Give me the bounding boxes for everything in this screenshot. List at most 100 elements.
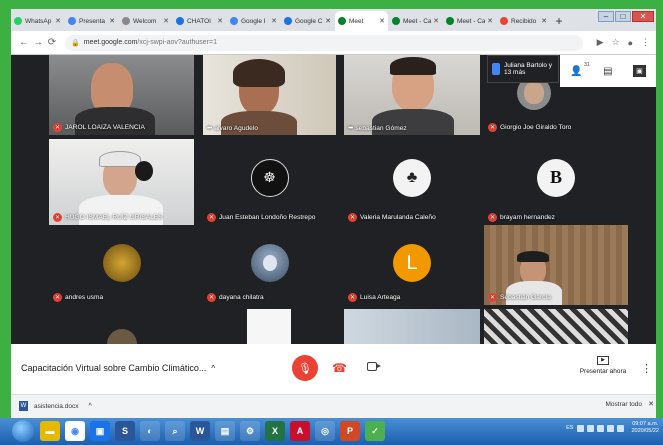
browser-tab[interactable]: Meet - Ca ✕ <box>389 11 442 31</box>
gmail-icon <box>500 17 508 25</box>
show-all-button[interactable]: Mostrar todo <box>606 401 643 408</box>
chevron-up-icon[interactable]: ^ <box>88 403 91 410</box>
close-tab-icon[interactable]: ✕ <box>379 17 385 25</box>
participant-name: andres usma <box>65 294 104 301</box>
volume-icon[interactable] <box>617 424 625 432</box>
participant-tile-partial[interactable] <box>203 309 336 344</box>
people-icon[interactable]: 👤 31 <box>570 62 589 77</box>
forward-icon[interactable]: → <box>31 37 45 48</box>
browser-tab[interactable]: Meet - Ca ✕ <box>443 11 496 31</box>
close-downloads-icon[interactable]: ✕ <box>648 400 654 408</box>
participant-tile[interactable]: ••• sebastian Gómez <box>344 55 480 135</box>
maximize-button[interactable]: □ <box>615 11 631 22</box>
app-icon[interactable]: ◐ <box>140 421 160 441</box>
tray-icon[interactable] <box>587 424 595 432</box>
participant-tile-partial[interactable] <box>344 309 480 344</box>
close-tab-icon[interactable]: ✕ <box>271 17 277 25</box>
back-icon[interactable]: ← <box>17 37 31 48</box>
participant-name: Valeria Marulanda Caleño <box>360 214 436 221</box>
participant-tile[interactable]: ✕ andres usma <box>49 229 194 305</box>
profile-icon[interactable]: ● <box>628 38 633 48</box>
tab-label: CHATOI <box>187 17 211 25</box>
system-clock[interactable]: 09:07 a.m. 2020/05/22 <box>631 421 659 435</box>
participant-tile[interactable]: ✕ dayana chilatra <box>203 229 336 305</box>
meeting-title[interactable]: Capacitación Virtual sobre Cambio Climát… <box>21 363 215 373</box>
speaking-dots-icon: ••• <box>348 125 353 132</box>
word-icon[interactable]: W <box>190 421 210 441</box>
close-tab-icon[interactable]: ✕ <box>109 17 115 25</box>
participants-pill[interactable]: Juliana Bartolo y 13 más <box>487 55 559 83</box>
close-tab-icon[interactable]: ✕ <box>433 17 439 25</box>
bookmark-star-icon[interactable]: ☆ <box>611 37 619 48</box>
browser-tab-strip: WhatsAp ✕ Presenta ✕ Welcom ✕ CHATOI ✕ Google I ✕… <box>11 9 656 31</box>
participant-tile[interactable]: ☸ ✕ Juan Esteban Londoño Restrepo <box>203 139 336 225</box>
mic-off-icon: ✕ <box>53 293 62 302</box>
browser-tab[interactable]: Google C ✕ <box>281 11 334 31</box>
speaking-dots-icon: ••• <box>207 125 212 132</box>
browser-menu-icon[interactable]: ⋮ <box>641 37 650 48</box>
url-field[interactable]: 🔒 meet.google.com /xcj-swpi-aov?authuser… <box>65 34 583 51</box>
camera-indicator-icon[interactable]: ▶ <box>597 37 604 48</box>
more-options-icon[interactable]: ⋮ <box>641 362 652 375</box>
browser-tab[interactable]: Google I ✕ <box>227 11 280 31</box>
participant-tile[interactable]: L ✕ Luisa Arteaga <box>344 229 480 305</box>
tray-icon[interactable] <box>577 424 585 432</box>
app-icon[interactable]: ▤ <box>215 421 235 441</box>
self-view-icon[interactable]: ▣ <box>633 65 646 77</box>
present-now-button[interactable]: ▶ Presentar ahora <box>573 356 633 375</box>
hang-up-button[interactable]: ☎ <box>332 361 347 375</box>
participant-tile[interactable]: ✕ Sebastián García <box>484 225 628 305</box>
participant-tile[interactable]: ♣ ✕ Valeria Marulanda Caleño <box>344 139 480 225</box>
browser-tab[interactable]: Meet ✕ <box>335 11 388 31</box>
camera-toggle-button[interactable] <box>367 362 381 371</box>
meeting-controls-bar: Capacitación Virtual sobre Cambio Climát… <box>11 344 656 394</box>
close-tab-icon[interactable]: ✕ <box>55 17 61 25</box>
participant-tile[interactable]: ✕ JAROL LOAIZA VALENCIA <box>49 55 194 135</box>
green-frame-top <box>0 0 663 9</box>
classroom-icon <box>284 17 292 25</box>
close-tab-icon[interactable]: ✕ <box>217 17 223 25</box>
mic-toggle-button[interactable]: 🎙 <box>292 355 318 381</box>
tray-icon[interactable] <box>597 424 605 432</box>
chat-icon[interactable]: ▤ <box>603 66 612 77</box>
participant-tile[interactable]: B ✕ brayam hernandez <box>484 139 628 225</box>
window-controls: – □ ✕ <box>597 11 654 22</box>
mic-off-icon: ✕ <box>53 213 62 222</box>
app-icon[interactable]: ◎ <box>315 421 335 441</box>
search-icon[interactable]: ⌕ <box>165 421 185 441</box>
pdf-icon[interactable]: A <box>290 421 310 441</box>
folder-icon[interactable]: ▬ <box>40 421 60 441</box>
participant-tile-partial[interactable] <box>484 309 628 344</box>
powerpoint-icon[interactable]: P <box>340 421 360 441</box>
app-icon[interactable]: ✓ <box>365 421 385 441</box>
excel-icon[interactable]: X <box>265 421 285 441</box>
participant-name: Juan Esteban Londoño Restrepo <box>219 214 316 221</box>
app-icon[interactable]: ⚙ <box>240 421 260 441</box>
close-tab-icon[interactable]: ✕ <box>541 17 547 25</box>
participant-tile[interactable]: ✕ HUGO ISMAEL RUÍZ GRISALES <box>49 139 194 225</box>
profile-photo: B <box>537 158 575 197</box>
chevron-up-icon: ^ <box>211 364 216 373</box>
browser-tab[interactable]: Recibido ✕ <box>497 11 550 31</box>
browser-tab[interactable]: Welcom ✕ <box>119 11 172 31</box>
download-item[interactable]: W asistencia.docx ^ <box>19 401 92 411</box>
close-tab-icon[interactable]: ✕ <box>163 17 169 25</box>
new-tab-button[interactable]: + <box>551 11 567 31</box>
app-icon[interactable]: ▣ <box>90 421 110 441</box>
tab-label: Google C <box>295 17 323 25</box>
minimize-button[interactable]: – <box>598 11 614 22</box>
browser-tab[interactable]: Presenta ✕ <box>65 11 118 31</box>
browser-tab[interactable]: CHATOI ✕ <box>173 11 226 31</box>
close-tab-icon[interactable]: ✕ <box>487 17 493 25</box>
participant-tile[interactable]: ••• alvaro Agudelo <box>203 55 336 135</box>
reload-icon[interactable]: ⟳ <box>45 37 59 48</box>
participant-tile-partial[interactable] <box>49 309 194 344</box>
network-icon[interactable] <box>607 424 615 432</box>
start-button[interactable] <box>12 420 34 442</box>
close-tab-icon[interactable]: ✕ <box>325 17 331 25</box>
language-indicator[interactable]: ES <box>566 425 573 431</box>
close-window-button[interactable]: ✕ <box>632 11 654 22</box>
skype-icon[interactable]: S <box>115 421 135 441</box>
chrome-icon[interactable]: ◉ <box>65 421 85 441</box>
browser-tab[interactable]: WhatsAp ✕ <box>11 11 64 31</box>
